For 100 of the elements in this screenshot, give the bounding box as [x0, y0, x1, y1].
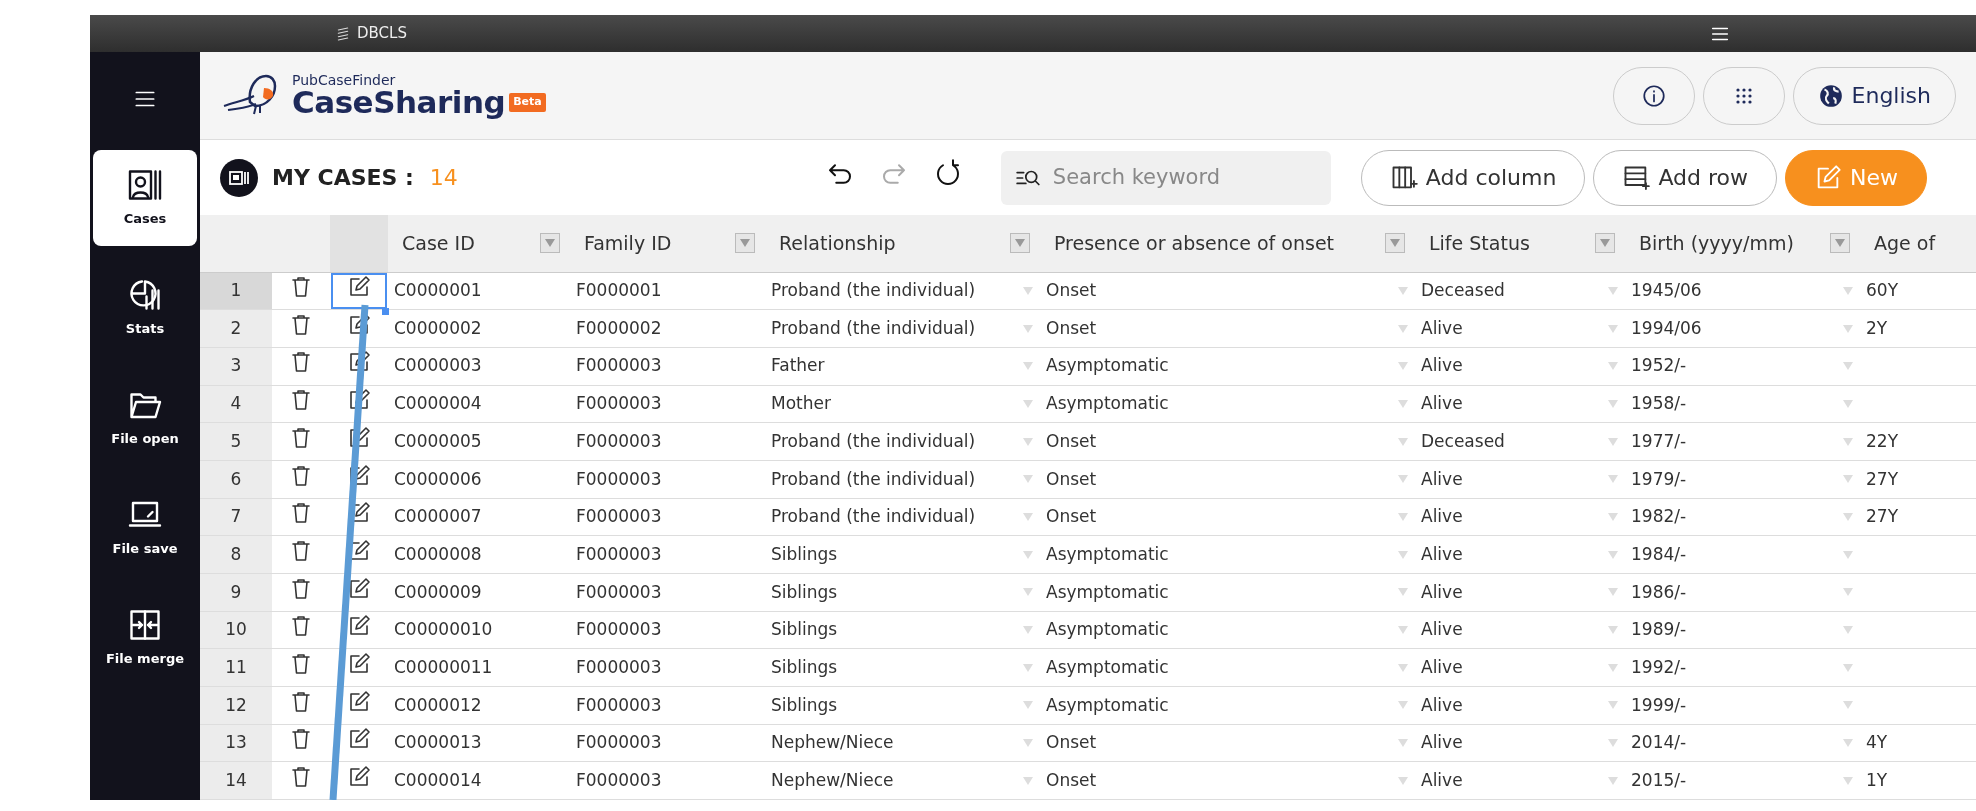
- dropdown-caret-icon[interactable]: [1607, 361, 1619, 372]
- dropdown-caret-icon[interactable]: [1022, 775, 1034, 786]
- dropdown-caret-icon[interactable]: [1022, 323, 1034, 334]
- edit-icon[interactable]: [347, 425, 371, 450]
- language-button[interactable]: English: [1792, 66, 1956, 125]
- dropdown-caret-icon[interactable]: [1397, 738, 1409, 749]
- dropdown-caret-icon[interactable]: [1397, 700, 1409, 711]
- dropdown-caret-icon[interactable]: [1397, 511, 1409, 522]
- table-cell-text: Onset: [1046, 429, 1097, 453]
- dropdown-caret-icon[interactable]: [1842, 361, 1854, 372]
- dropdown-caret-icon[interactable]: [1022, 511, 1034, 522]
- dropdown-caret-icon[interactable]: [1842, 398, 1854, 409]
- trash-icon[interactable]: [289, 689, 313, 714]
- trash-icon[interactable]: [289, 463, 313, 488]
- edit-icon[interactable]: [347, 576, 371, 601]
- filter-button[interactable]: [735, 233, 755, 254]
- dropdown-caret-icon[interactable]: [1022, 285, 1034, 296]
- dropdown-caret-icon[interactable]: [1607, 398, 1619, 409]
- trash-icon[interactable]: [289, 651, 313, 676]
- dropdown-caret-icon[interactable]: [1842, 625, 1854, 636]
- trash-icon[interactable]: [289, 388, 313, 413]
- filter-button[interactable]: [1830, 233, 1850, 254]
- add-row-button[interactable]: Add row: [1593, 149, 1778, 206]
- dropdown-caret-icon[interactable]: [1607, 511, 1619, 522]
- dropdown-caret-icon[interactable]: [1607, 436, 1619, 447]
- dropdown-caret-icon[interactable]: [1397, 775, 1409, 786]
- dropdown-caret-icon[interactable]: [1022, 587, 1034, 598]
- filter-button[interactable]: [540, 233, 560, 254]
- trash-icon[interactable]: [289, 275, 313, 300]
- dropdown-caret-icon[interactable]: [1397, 323, 1409, 334]
- trash-icon[interactable]: [289, 501, 313, 526]
- dropdown-caret-icon[interactable]: [1607, 474, 1619, 485]
- trash-icon[interactable]: [289, 727, 313, 752]
- dropdown-caret-icon[interactable]: [1397, 662, 1409, 673]
- dropdown-caret-icon[interactable]: [1842, 587, 1854, 598]
- trash-icon[interactable]: [289, 425, 313, 450]
- add-column-button[interactable]: Add column: [1360, 149, 1586, 206]
- edit-icon[interactable]: [347, 651, 371, 676]
- dropdown-caret-icon[interactable]: [1022, 361, 1034, 372]
- dropdown-caret-icon[interactable]: [1607, 549, 1619, 560]
- dropdown-caret-icon[interactable]: [1607, 323, 1619, 334]
- dropdown-caret-icon[interactable]: [1022, 474, 1034, 485]
- dropdown-caret-icon[interactable]: [1022, 738, 1034, 749]
- row-number: 9: [230, 581, 242, 602]
- dropdown-caret-icon[interactable]: [1842, 738, 1854, 749]
- search-field[interactable]: Search keyword: [1000, 150, 1331, 205]
- table-cell-text: C0000013: [394, 731, 482, 755]
- dropdown-caret-icon[interactable]: [1022, 398, 1034, 409]
- filter-button[interactable]: [1010, 233, 1030, 254]
- sidebar-item[interactable]: File merge: [93, 590, 197, 686]
- dropdown-caret-icon[interactable]: [1397, 285, 1409, 296]
- trash-icon[interactable]: [289, 614, 313, 639]
- dropdown-caret-icon[interactable]: [1022, 436, 1034, 447]
- search-input[interactable]: Search keyword: [1050, 160, 1317, 195]
- logo-title: CaseSharing: [292, 87, 506, 118]
- edit-icon[interactable]: [347, 463, 371, 488]
- trash-icon[interactable]: [289, 765, 313, 790]
- filter-button[interactable]: [1595, 233, 1615, 254]
- column-header: Birth (yyyy/mm): [1639, 231, 1794, 256]
- dropdown-caret-icon[interactable]: [1022, 625, 1034, 636]
- dropdown-caret-icon[interactable]: [1607, 738, 1619, 749]
- dropdown-caret-icon[interactable]: [1842, 549, 1854, 560]
- dropdown-caret-icon[interactable]: [1022, 549, 1034, 560]
- dropdown-caret-icon[interactable]: [1607, 662, 1619, 673]
- table-cell-text: 1984/-: [1631, 542, 1687, 566]
- sidebar-item[interactable]: Stats: [93, 260, 197, 356]
- filter-button[interactable]: [1385, 233, 1405, 254]
- dropdown-caret-icon[interactable]: [1842, 285, 1854, 296]
- sidebar-item[interactable]: File open: [93, 370, 197, 466]
- dropdown-caret-icon[interactable]: [1397, 436, 1409, 447]
- trash-icon[interactable]: [289, 576, 313, 601]
- trash-icon[interactable]: [289, 350, 313, 375]
- dropdown-caret-icon[interactable]: [1607, 587, 1619, 598]
- dropdown-caret-icon[interactable]: [1022, 700, 1034, 711]
- dropdown-caret-icon[interactable]: [1842, 436, 1854, 447]
- sidebar-item[interactable]: Cases: [93, 150, 197, 246]
- dropdown-caret-icon[interactable]: [1397, 361, 1409, 372]
- table-cell-text: 1994/06: [1631, 316, 1702, 340]
- dropdown-caret-icon[interactable]: [1842, 323, 1854, 334]
- dropdown-caret-icon[interactable]: [1022, 662, 1034, 673]
- row-number: 10: [225, 619, 247, 640]
- dropdown-caret-icon[interactable]: [1607, 775, 1619, 786]
- edit-icon[interactable]: [347, 689, 371, 714]
- dropdown-caret-icon[interactable]: [1397, 587, 1409, 598]
- dropdown-caret-icon[interactable]: [1842, 700, 1854, 711]
- dropdown-caret-icon[interactable]: [1397, 625, 1409, 636]
- dropdown-caret-icon[interactable]: [1397, 474, 1409, 485]
- table-cell-text: F0000003: [576, 542, 662, 566]
- dropdown-caret-icon[interactable]: [1607, 700, 1619, 711]
- trash-icon[interactable]: [289, 538, 313, 563]
- dropdown-caret-icon[interactable]: [1397, 549, 1409, 560]
- dropdown-caret-icon[interactable]: [1842, 511, 1854, 522]
- dropdown-caret-icon[interactable]: [1607, 285, 1619, 296]
- sidebar-item[interactable]: File save: [93, 480, 197, 576]
- dropdown-caret-icon[interactable]: [1842, 474, 1854, 485]
- dropdown-caret-icon[interactable]: [1842, 775, 1854, 786]
- trash-icon[interactable]: [289, 312, 313, 337]
- dropdown-caret-icon[interactable]: [1842, 662, 1854, 673]
- dropdown-caret-icon[interactable]: [1607, 625, 1619, 636]
- dropdown-caret-icon[interactable]: [1397, 398, 1409, 409]
